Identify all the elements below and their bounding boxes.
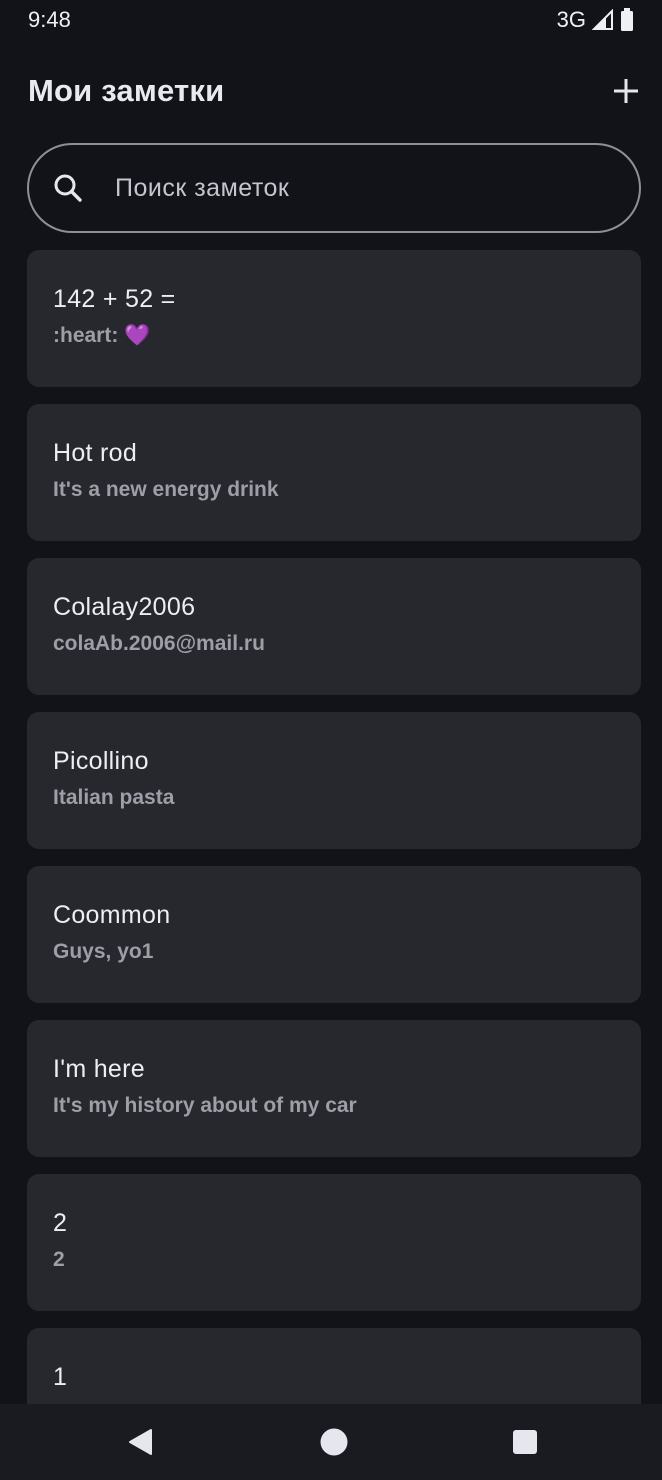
note-card[interactable]: I'm here It's my history about of my car — [27, 1020, 641, 1157]
battery-icon — [620, 8, 634, 32]
status-bar: 9:48 3G — [0, 0, 662, 40]
network-type: 3G — [556, 7, 586, 32]
notes-list: 142 + 52 = :heart: 💜 Hot rod It's a new … — [27, 250, 641, 1404]
note-body: colaAb.2006@mail.ru — [53, 632, 265, 655]
home-circle-icon — [320, 1428, 348, 1456]
status-time: 9:48 — [28, 7, 71, 32]
note-card[interactable]: 1 — [27, 1328, 641, 1404]
signal-icon — [592, 9, 614, 31]
recents-button[interactable] — [485, 1404, 565, 1480]
note-card[interactable]: Coommon Guys, yo1 — [27, 866, 641, 1003]
note-body: It's my history about of my car — [53, 1094, 357, 1117]
note-title: 2 — [53, 1209, 68, 1237]
notes-screen: 9:48 3G Мои заметки Поиск заметок 142 + … — [0, 0, 662, 1480]
search-bar[interactable] — [27, 143, 641, 233]
home-button[interactable] — [294, 1404, 374, 1480]
search-icon — [51, 171, 85, 205]
note-body: Italian pasta — [53, 786, 175, 809]
note-card[interactable]: Hot rod It's a new energy drink — [27, 404, 641, 541]
note-body: :heart: 💜 — [53, 324, 151, 347]
recents-square-icon — [513, 1430, 537, 1454]
note-card[interactable]: Colalay2006 colaAb.2006@mail.ru — [27, 558, 641, 695]
app-header: Мои заметки — [28, 62, 638, 120]
note-title: 142 + 52 = — [53, 285, 176, 313]
add-note-button[interactable] — [604, 69, 648, 113]
note-title: Coommon — [53, 901, 171, 929]
page-title: Мои заметки — [28, 73, 225, 108]
back-button[interactable] — [101, 1404, 181, 1480]
note-title: I'm here — [53, 1055, 145, 1083]
status-icons: 3G — [557, 7, 634, 33]
note-card[interactable]: 142 + 52 = :heart: 💜 — [27, 250, 641, 387]
note-body: It's a new energy drink — [53, 478, 279, 501]
note-title: Colalay2006 — [53, 593, 196, 621]
note-title: Picollino — [53, 747, 149, 775]
search-input[interactable] — [113, 172, 639, 204]
note-card[interactable]: 2 2 — [27, 1174, 641, 1311]
note-card[interactable]: Picollino Italian pasta — [27, 712, 641, 849]
note-body: Guys, yo1 — [53, 940, 154, 963]
back-triangle-icon — [129, 1429, 152, 1455]
note-body: 2 — [53, 1248, 65, 1271]
note-title: Hot rod — [53, 439, 138, 467]
plus-icon — [614, 79, 638, 103]
note-title: 1 — [53, 1363, 68, 1391]
system-nav-bar — [0, 1404, 662, 1480]
